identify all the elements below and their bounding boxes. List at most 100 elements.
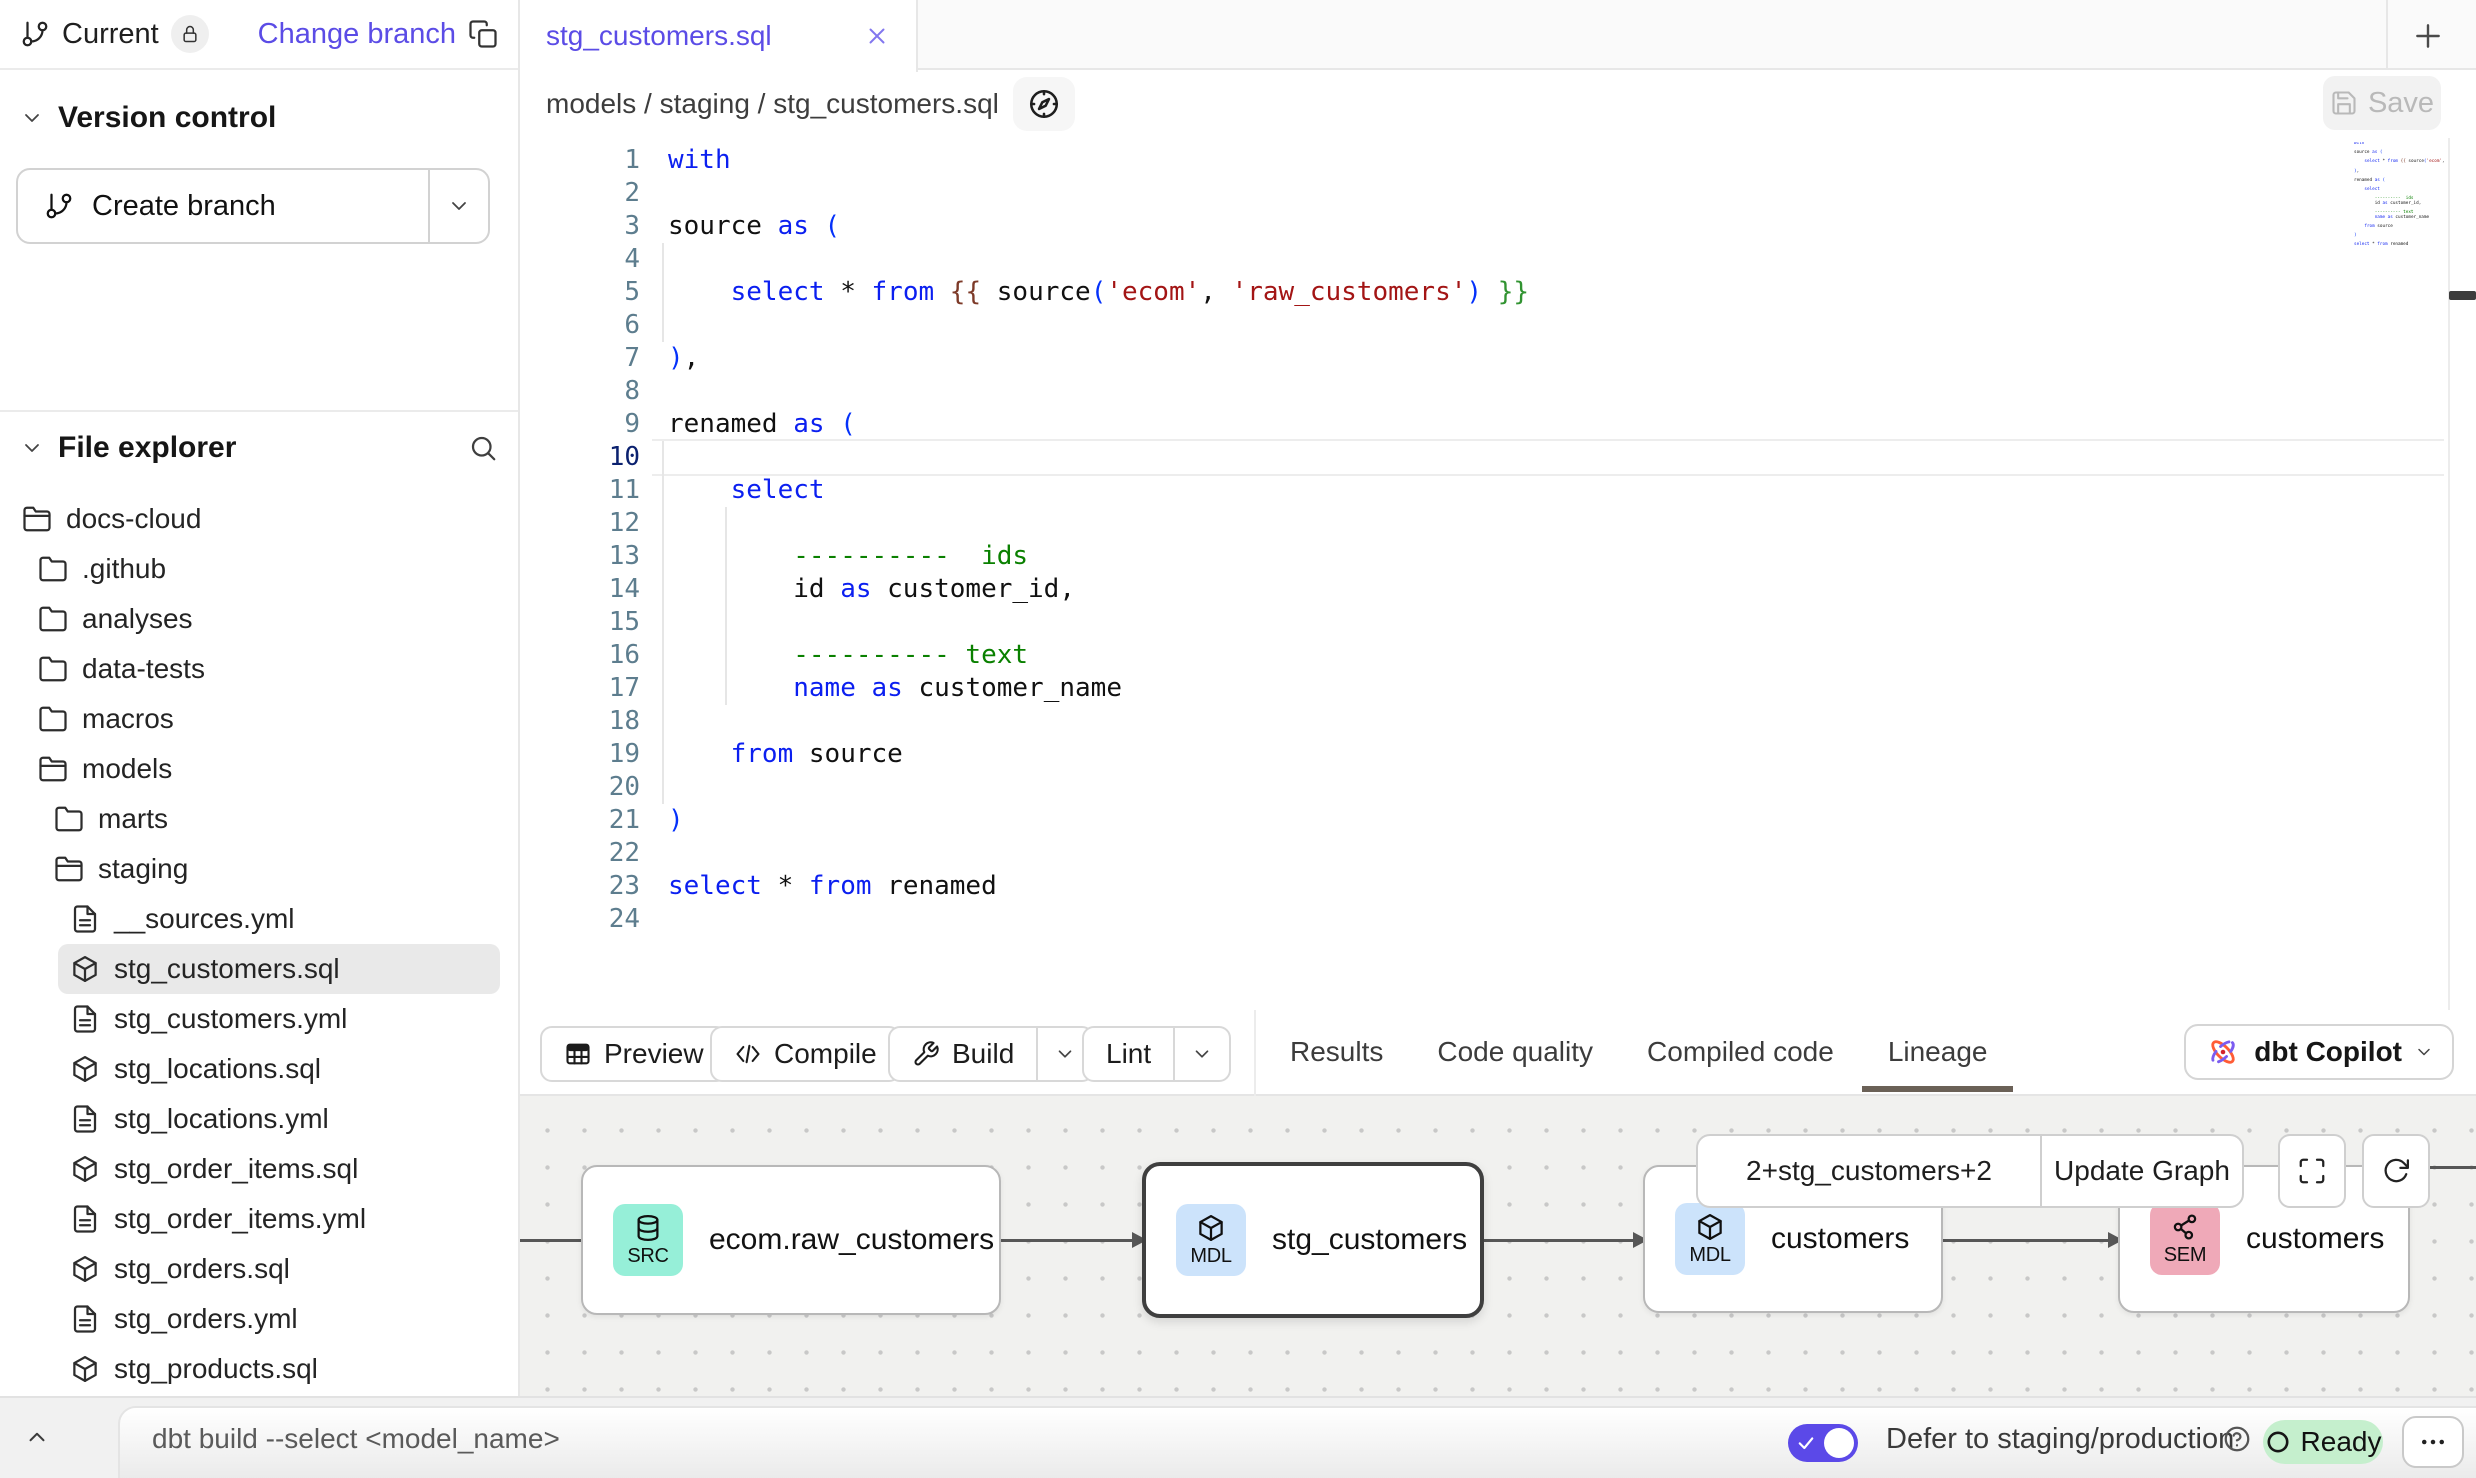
- chevron-down-icon: [20, 436, 44, 460]
- more-options-button[interactable]: [2402, 1416, 2464, 1468]
- refresh-button[interactable]: [2362, 1134, 2430, 1208]
- copy-icon[interactable]: [468, 19, 498, 49]
- preview-button[interactable]: Preview: [540, 1026, 728, 1082]
- new-tab-button[interactable]: [2400, 14, 2456, 58]
- panel-tab-lineage[interactable]: Lineage: [1888, 1010, 1988, 1094]
- build-button[interactable]: Build: [888, 1026, 1094, 1082]
- code-line-9[interactable]: 9renamed as (: [520, 408, 2476, 441]
- update-graph-button[interactable]: Update Graph: [2042, 1136, 2242, 1206]
- plus-icon: [2412, 20, 2444, 52]
- file-tree-item-stg-customers-sql[interactable]: stg_customers.sql: [58, 944, 500, 994]
- code-line-21[interactable]: 21): [520, 804, 2476, 837]
- line-number: 21: [520, 804, 640, 837]
- lint-button[interactable]: Lint: [1082, 1026, 1231, 1082]
- cube-icon: [70, 1354, 100, 1384]
- file-explorer-header[interactable]: File explorer: [0, 424, 518, 472]
- code-line-1[interactable]: 1with: [520, 144, 2476, 177]
- file-tree-item--sources-yml[interactable]: __sources.yml: [0, 894, 518, 944]
- file-label: macros: [82, 703, 174, 735]
- file-tree-item-data-tests[interactable]: data-tests: [0, 644, 518, 694]
- lineage-selector-input[interactable]: 2+stg_customers+2: [1698, 1136, 2040, 1206]
- file-tree-item-staging[interactable]: staging: [0, 844, 518, 894]
- panel-tab-results[interactable]: Results: [1290, 1010, 1383, 1094]
- minimap[interactable]: with source as ( select * from {{ source…: [2354, 142, 2446, 252]
- file-tree-item--github[interactable]: .github: [0, 544, 518, 594]
- code-line-15[interactable]: 15: [520, 606, 2476, 639]
- lint-label: Lint: [1106, 1038, 1151, 1070]
- help-icon[interactable]: [2222, 1424, 2252, 1459]
- change-branch-link[interactable]: Change branch: [258, 18, 456, 51]
- doc-icon: [70, 1004, 100, 1034]
- code-text: ---------- text: [668, 639, 1028, 672]
- file-tree-item-analyses[interactable]: analyses: [0, 594, 518, 644]
- code-editor[interactable]: 1with23source as (45 select * from {{ so…: [520, 138, 2476, 1010]
- code-line-14[interactable]: 14 id as customer_id,: [520, 573, 2476, 606]
- folder-open-icon: [38, 754, 68, 784]
- file-tree-item-macros[interactable]: macros: [0, 694, 518, 744]
- code-line-18[interactable]: 18: [520, 705, 2476, 738]
- code-line-3[interactable]: 3source as (: [520, 210, 2476, 243]
- file-tree-item-stg-order-items-yml[interactable]: stg_order_items.yml: [0, 1194, 518, 1244]
- badge-label: SRC: [627, 1245, 668, 1268]
- code-line-24[interactable]: 24: [520, 903, 2476, 936]
- dbt-copilot-button[interactable]: dbt Copilot: [2184, 1024, 2454, 1080]
- code-line-11[interactable]: 11 select: [520, 474, 2476, 507]
- lint-dropdown[interactable]: [1175, 1028, 1229, 1080]
- file-tree-item-stg-orders-yml[interactable]: stg_orders.yml: [0, 1294, 518, 1344]
- line-number: 19: [520, 738, 640, 771]
- code-text: ): [668, 804, 684, 837]
- tab-stg-customers-sql[interactable]: stg_customers.sql: [520, 0, 918, 72]
- file-tree-item-docs-cloud[interactable]: docs-cloud: [0, 494, 518, 544]
- code-line-17[interactable]: 17 name as customer_name: [520, 672, 2476, 705]
- file-tree-item-stg-products-sql[interactable]: stg_products.sql: [0, 1344, 518, 1394]
- code-text: ),: [668, 342, 699, 375]
- version-control-header[interactable]: Version control: [0, 94, 518, 142]
- compile-button[interactable]: Compile: [710, 1026, 901, 1082]
- close-icon[interactable]: [864, 23, 890, 49]
- code-line-6[interactable]: 6: [520, 309, 2476, 342]
- code-line-8[interactable]: 8: [520, 375, 2476, 408]
- code-line-2[interactable]: 2: [520, 177, 2476, 210]
- create-branch-dropdown[interactable]: [430, 170, 488, 242]
- code-line-7[interactable]: 7),: [520, 342, 2476, 375]
- command-input[interactable]: dbt build --select <model_name>: [152, 1398, 560, 1478]
- node-title: customers: [1771, 1222, 1909, 1256]
- file-tree-item-marts[interactable]: marts: [0, 794, 518, 844]
- file-tree-item-stg-customers-yml[interactable]: stg_customers.yml: [0, 994, 518, 1044]
- minimap-line: select * from {{ source('ecom', 'raw_cus…: [2354, 160, 2446, 165]
- file-tree-item-stg-locations-yml[interactable]: stg_locations.yml: [0, 1094, 518, 1144]
- line-number: 18: [520, 705, 640, 738]
- code-line-13[interactable]: 13 ---------- ids: [520, 540, 2476, 573]
- code-line-4[interactable]: 4: [520, 243, 2476, 276]
- code-line-20[interactable]: 20: [520, 771, 2476, 804]
- collapse-panel-button[interactable]: [24, 1424, 50, 1455]
- code-text: from source: [668, 738, 903, 771]
- lineage-node-ecom-raw-customers[interactable]: SRCecom.raw_customers: [581, 1165, 1001, 1315]
- lineage-node-stg-customers[interactable]: MDLstg_customers: [1142, 1162, 1484, 1318]
- lineage-canvas[interactable]: SRCecom.raw_customersMDLstg_customersMDL…: [520, 1096, 2476, 1396]
- search-icon[interactable]: [468, 433, 498, 463]
- create-branch-button[interactable]: Create branch: [16, 168, 490, 244]
- code-line-22[interactable]: 22: [520, 837, 2476, 870]
- file-tree-item-stg-locations-sql[interactable]: stg_locations.sql: [0, 1044, 518, 1094]
- file-tree-item-models[interactable]: models: [0, 744, 518, 794]
- code-line-12[interactable]: 12: [520, 507, 2476, 540]
- panel-tab-compiled-code[interactable]: Compiled code: [1647, 1010, 1834, 1094]
- code-line-10[interactable]: 10: [520, 441, 2476, 474]
- explore-chip[interactable]: [1013, 77, 1075, 131]
- code-line-23[interactable]: 23select * from renamed: [520, 870, 2476, 903]
- ready-status-button[interactable]: Ready: [2263, 1420, 2383, 1464]
- code-line-5[interactable]: 5 select * from {{ source('ecom', 'raw_c…: [520, 276, 2476, 309]
- indent-guide: [662, 507, 664, 540]
- save-button[interactable]: Save: [2323, 76, 2441, 130]
- fullscreen-button[interactable]: [2278, 1134, 2346, 1208]
- file-tree-item-stg-order-items-sql[interactable]: stg_order_items.sql: [0, 1144, 518, 1194]
- code-line-16[interactable]: 16 ---------- text: [520, 639, 2476, 672]
- defer-toggle[interactable]: [1788, 1424, 1858, 1462]
- panel-tab-code-quality[interactable]: Code quality: [1437, 1010, 1593, 1094]
- file-tree-item-stg-orders-sql[interactable]: stg_orders.sql: [0, 1244, 518, 1294]
- git-branch-icon: [44, 191, 74, 221]
- pane-resize-handle[interactable]: [2449, 291, 2476, 300]
- create-branch-main[interactable]: Create branch: [18, 170, 428, 242]
- code-line-19[interactable]: 19 from source: [520, 738, 2476, 771]
